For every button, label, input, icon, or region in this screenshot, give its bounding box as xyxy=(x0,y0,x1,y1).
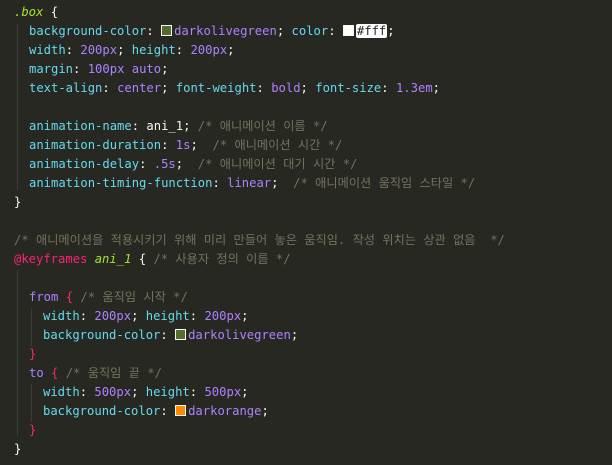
css-value: 1s xyxy=(175,138,191,152)
code-line: background-color: darkolivegreen; color:… xyxy=(29,24,395,38)
code-line: text-align: center; font-weight: bold; f… xyxy=(29,81,440,95)
code-line: background-color: darkorange; xyxy=(43,404,269,418)
css-value: darkolivegreen xyxy=(174,24,277,38)
close-brace: } xyxy=(29,347,37,361)
code-line: animation-name: ani_1; /* 애니메이션 이름 */ xyxy=(29,119,328,133)
code-line: from { /* 움직임 시작 */ xyxy=(29,290,188,304)
indent-guide xyxy=(31,384,32,422)
css-value: 1.3em xyxy=(395,81,433,95)
css-selector: .box xyxy=(14,5,44,19)
css-property: text-align xyxy=(29,81,103,95)
css-value: .5s xyxy=(153,157,176,171)
code-comment: /* 애니메이션 움직임 스타일 */ xyxy=(293,176,476,190)
indent-guide xyxy=(17,270,18,436)
close-brace: } xyxy=(29,423,37,437)
indent-guide xyxy=(31,308,32,346)
css-value: 200px xyxy=(190,43,228,57)
keyframe-selector: from xyxy=(29,290,59,304)
code-comment: /* 애니메이션 대기 시간 */ xyxy=(197,157,358,171)
css-value: center xyxy=(117,81,162,95)
code-line: } xyxy=(29,421,36,440)
code-line: /* 애니메이션을 적용시키기 위해 미리 만들어 놓은 움직임. 작성 위치는… xyxy=(14,231,505,250)
at-rule-keyword: @keyframes xyxy=(14,252,88,266)
color-swatch-darkorange[interactable] xyxy=(175,405,187,416)
color-swatch-white[interactable] xyxy=(342,25,354,36)
css-value: 200px xyxy=(94,309,132,323)
code-comment: /* 애니메이션 시간 */ xyxy=(212,138,343,152)
css-property: width xyxy=(43,309,80,323)
close-brace: } xyxy=(14,442,22,456)
code-line: } xyxy=(29,345,36,364)
code-line: width: 200px; height: 200px; xyxy=(29,43,235,57)
css-property: animation-delay xyxy=(29,157,140,171)
css-property: height xyxy=(145,385,190,399)
code-editor[interactable]: .box { background-color: darkolivegreen;… xyxy=(0,0,612,465)
color-swatch-darkolivegreen[interactable] xyxy=(175,329,187,340)
css-property: height xyxy=(131,43,176,57)
code-line: to { /* 움직임 끝 */ xyxy=(29,366,162,380)
css-value: darkorange xyxy=(188,404,262,418)
keyframe-selector: to xyxy=(29,366,44,380)
code-comment: /* 움직임 시작 */ xyxy=(80,290,188,304)
css-property: animation-timing-function xyxy=(29,176,213,190)
css-property: font-weight xyxy=(175,81,257,95)
code-line: width: 200px; height: 200px; xyxy=(43,309,249,323)
css-value: linear xyxy=(227,176,272,190)
indent-guide xyxy=(17,24,18,190)
code-line: width: 500px; height: 500px; xyxy=(43,385,249,399)
css-property: animation-duration xyxy=(29,138,162,152)
close-brace: } xyxy=(14,195,22,209)
css-value: darkolivegreen xyxy=(188,328,291,342)
code-comment: /* 애니메이션 이름 */ xyxy=(197,119,328,133)
code-line: background-color: darkolivegreen; xyxy=(43,328,299,342)
css-value: ani_1 xyxy=(146,119,184,133)
css-property: width xyxy=(29,43,66,57)
css-property: height xyxy=(145,309,190,323)
css-property: background-color xyxy=(43,404,161,418)
code-comment: /* 사용자 정의 이름 */ xyxy=(153,252,291,266)
css-value: 500px xyxy=(204,385,242,399)
code-line: animation-delay: .5s; /* 애니메이션 대기 시간 */ xyxy=(29,157,358,171)
css-value: 200px xyxy=(80,43,118,57)
css-property: width xyxy=(43,385,80,399)
css-property: margin xyxy=(29,62,74,76)
open-brace: { xyxy=(43,5,59,19)
css-property: animation-name xyxy=(29,119,132,133)
css-value: 200px xyxy=(204,309,242,323)
css-value: 100px auto xyxy=(87,62,162,76)
code-comment: /* 애니메이션을 적용시키기 위해 미리 만들어 놓은 움직임. 작성 위치는… xyxy=(14,233,505,247)
keyframes-name: ani_1 xyxy=(94,252,132,266)
css-property: font-size xyxy=(315,81,382,95)
color-swatch-darkolivegreen[interactable] xyxy=(161,25,173,36)
css-property: background-color xyxy=(29,24,147,38)
highlighted-value: #fff xyxy=(355,24,388,38)
code-line: animation-timing-function: linear; /* 애니… xyxy=(29,176,476,190)
css-property: color xyxy=(291,24,329,38)
code-line: .box { xyxy=(14,3,58,22)
css-property: background-color xyxy=(43,328,161,342)
code-line: } xyxy=(14,440,21,459)
code-comment: /* 움직임 끝 */ xyxy=(65,366,162,380)
code-line: margin: 100px auto; xyxy=(29,62,169,76)
code-line: animation-duration: 1s; /* 애니메이션 시간 */ xyxy=(29,138,343,152)
css-value: 500px xyxy=(94,385,132,399)
code-line: } xyxy=(14,193,21,212)
code-line: @keyframes ani_1 { /* 사용자 정의 이름 */ xyxy=(14,252,291,266)
css-value: bold xyxy=(271,81,301,95)
